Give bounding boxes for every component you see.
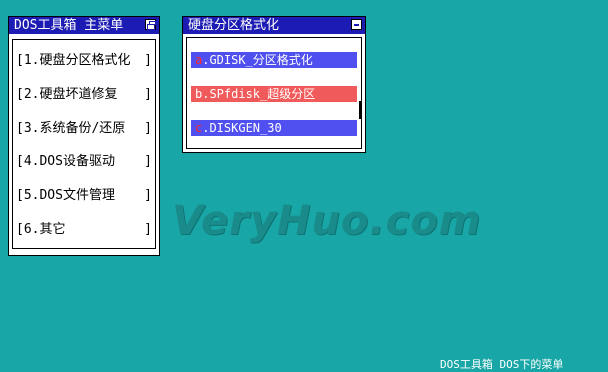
option-label: .GDISK_分区格式化 [202, 53, 313, 67]
menu-item-file-management[interactable]: [5.DOS文件管理 ] [16, 185, 152, 207]
menu-item-bracket: ] [144, 222, 152, 237]
submenu-list: a.GDISK_分区格式化 b.SPfdisk_超级分区 c.DISKGEN_3… [186, 37, 362, 149]
restore-icon[interactable] [145, 19, 156, 30]
menu-item-label: [6.其它 [16, 222, 66, 237]
menu-item-other[interactable]: [6.其它 ] [16, 219, 152, 241]
option-label: .DISKGEN_30 [202, 121, 282, 135]
menu-item-bracket: ] [144, 87, 152, 102]
option-diskgen[interactable]: c.DISKGEN_30 [191, 120, 357, 136]
menu-item-disk-partition[interactable]: [1.硬盘分区格式化 ] [16, 50, 152, 72]
menu-item-label: [3.系统备份/还原 [16, 121, 126, 136]
minimize-icon[interactable] [351, 19, 362, 30]
menu-item-device-drivers[interactable]: [4.DOS设备驱动 ] [16, 151, 152, 173]
menu-item-bracket: ] [144, 154, 152, 169]
main-menu-list: [1.硬盘分区格式化 ] [2.硬盘坏道修复 ] [3.系统备份/还原 ] [4… [12, 39, 156, 249]
option-label: .SPfdisk_超级分区 [202, 87, 316, 101]
menu-item-label: [2.硬盘坏道修复 [16, 87, 118, 102]
selection-cursor [359, 101, 362, 119]
main-menu-titlebar: DOS工具箱 主菜单 [9, 17, 159, 34]
option-gdisk[interactable]: a.GDISK_分区格式化 [191, 52, 357, 68]
option-spfdisk[interactable]: b.SPfdisk_超级分区 [191, 86, 357, 102]
submenu-window: 硬盘分区格式化 a.GDISK_分区格式化 b.SPfdisk_超级分区 c.D… [182, 16, 366, 153]
menu-item-bracket: ] [144, 53, 152, 68]
menu-item-bracket: ] [144, 188, 152, 203]
menu-item-label: [1.硬盘分区格式化 [16, 53, 131, 68]
menu-item-bad-sector-repair[interactable]: [2.硬盘坏道修复 ] [16, 84, 152, 106]
main-menu-window: DOS工具箱 主菜单 [1.硬盘分区格式化 ] [2.硬盘坏道修复 ] [3.系… [8, 16, 160, 256]
submenu-titlebar: 硬盘分区格式化 [183, 17, 365, 34]
menu-item-label: [5.DOS文件管理 [16, 188, 115, 203]
watermark: VeryHuo.com [172, 198, 482, 244]
main-menu-title: DOS工具箱 主菜单 [14, 18, 124, 33]
submenu-title: 硬盘分区格式化 [188, 18, 280, 33]
menu-item-label: [4.DOS设备驱动 [16, 154, 115, 169]
status-text: DOS工具箱 DOS下的菜单 [440, 358, 564, 371]
menu-item-bracket: ] [144, 121, 152, 136]
menu-item-backup-restore[interactable]: [3.系统备份/还原 ] [16, 118, 152, 140]
